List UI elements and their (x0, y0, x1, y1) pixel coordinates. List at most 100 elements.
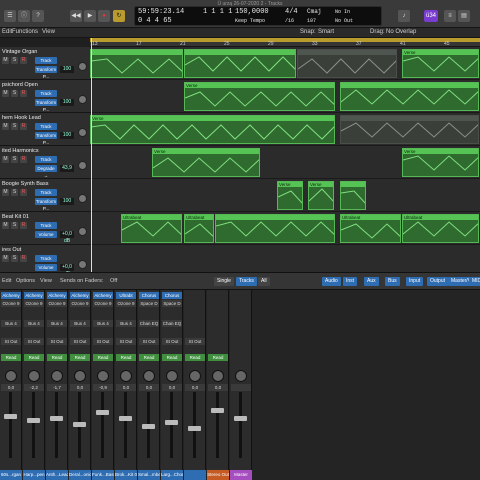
automation-curve[interactable] (403, 220, 479, 243)
record-enable-button[interactable]: R (20, 189, 27, 196)
midi-region[interactable] (184, 49, 296, 78)
mixer-tab[interactable]: All (258, 277, 270, 286)
automation-curve[interactable] (278, 187, 303, 210)
automation-mode[interactable]: Read (93, 354, 113, 361)
mixer-filter-button[interactable]: Input (406, 277, 424, 286)
record-enable-button[interactable]: R (20, 156, 27, 163)
automation-curve[interactable] (298, 55, 397, 78)
parameter-value[interactable]: 100 (60, 132, 74, 139)
plugin-slot[interactable]: Space D (162, 300, 182, 307)
mixer-tab[interactable]: Tracks (236, 277, 257, 286)
list-editor-button[interactable]: ≡ (444, 10, 456, 22)
send-slot[interactable]: Bus 4 (70, 320, 90, 327)
midi-region[interactable]: Verse (277, 181, 303, 210)
pan-knob[interactable] (166, 370, 178, 382)
volume-fader-track[interactable] (124, 392, 127, 458)
solo-button[interactable]: S (11, 57, 18, 64)
record-enable-button[interactable]: R (20, 90, 27, 97)
automation-curve[interactable] (91, 121, 335, 144)
volume-value[interactable]: 0,0 (162, 384, 182, 391)
rewind-button[interactable]: ◀◀ (70, 10, 82, 22)
channel-name[interactable] (184, 470, 206, 480)
automation-curve[interactable] (153, 154, 260, 177)
automation-curve[interactable] (403, 154, 479, 177)
track-header[interactable]: Vintage Organ M S R Track Transform P... 100 (0, 47, 90, 80)
instrument-slot[interactable]: Alchemy (93, 292, 113, 299)
midi-region[interactable]: Verse (184, 82, 335, 111)
record-enable-button[interactable]: R (20, 222, 27, 229)
instrument-slot[interactable]: Ultrabt (116, 292, 136, 299)
track-mode-button[interactable]: Track (35, 255, 57, 262)
volume-value[interactable]: 0,0 (70, 384, 90, 391)
instrument-slot[interactable]: Alchemy (24, 292, 44, 299)
automation-curve[interactable] (403, 55, 479, 78)
automation-curve[interactable] (185, 55, 296, 78)
midi-region[interactable]: Ultrabeat (184, 214, 214, 243)
midi-region[interactable]: Verse (308, 181, 334, 210)
volume-fader-cap[interactable] (73, 422, 86, 427)
parameter-value[interactable]: +0,0 dB (60, 264, 74, 277)
pan-knob[interactable] (5, 370, 17, 382)
parameter-value[interactable]: +0,0 dB (60, 231, 74, 244)
midi-region[interactable]: Ultrabeat (402, 214, 479, 243)
send-slot[interactable]: Bus 4 (24, 320, 44, 327)
automation-mode[interactable]: Read (47, 354, 67, 361)
midi-region[interactable] (90, 49, 183, 78)
functions-menu[interactable]: Functions (12, 29, 38, 35)
track-mode-button[interactable]: Track (35, 156, 57, 163)
browser-button[interactable]: ▤ (458, 10, 470, 22)
track-header[interactable]: psichord Open M S R Track Transform P... 100 (0, 80, 90, 113)
plugin-slot[interactable]: Transform P... (35, 198, 57, 211)
volume-fader-track[interactable] (216, 392, 219, 458)
send-slot[interactable]: Bus 4 (116, 320, 136, 327)
volume-fader-cap[interactable] (234, 416, 247, 421)
automation-curve[interactable] (185, 88, 335, 111)
volume-value[interactable] (231, 384, 251, 391)
solo-button[interactable]: S (11, 189, 18, 196)
pan-knob[interactable] (189, 370, 201, 382)
output-slot[interactable]: St Out (162, 338, 182, 345)
track-mode-button[interactable]: Track (35, 189, 57, 196)
plugin-slot[interactable]: Transform P... (35, 99, 57, 112)
plugin-slot[interactable]: Volume (35, 264, 57, 271)
volume-value[interactable]: 0,0 (116, 384, 136, 391)
volume-fader-cap[interactable] (165, 420, 178, 425)
channel-name[interactable]: Brok...Kit 01 (115, 470, 137, 480)
help-button[interactable]: ? (32, 10, 44, 22)
plugin-slot[interactable]: Transform P... (35, 66, 57, 79)
plugin-slot[interactable]: Volume (35, 231, 57, 238)
automation-mode[interactable]: Read (24, 354, 44, 361)
plugin-slot[interactable]: Transform P... (35, 132, 57, 145)
volume-fader-cap[interactable] (211, 408, 224, 413)
mixer-filter-button[interactable]: Aux (364, 277, 379, 286)
plugin-slot[interactable]: Ozone 9 (93, 300, 113, 307)
output-slot[interactable]: St Out (116, 338, 136, 345)
mixer-filter-button[interactable]: Bus (385, 277, 400, 286)
plugin-slot[interactable]: Ozone 9 (24, 300, 44, 307)
volume-knob[interactable] (78, 95, 87, 104)
pan-knob[interactable] (120, 370, 132, 382)
track-name[interactable]: Boogie Synth Bass (2, 181, 48, 187)
cpu-meter[interactable]: ü34 (424, 10, 438, 22)
solo-button[interactable]: S (11, 222, 18, 229)
volume-knob[interactable] (78, 260, 87, 269)
midi-region[interactable] (297, 49, 397, 78)
send-slot[interactable]: Bus 4 (47, 320, 67, 327)
mute-button[interactable]: M (2, 255, 9, 262)
volume-fader-track[interactable] (193, 392, 196, 458)
output-slot[interactable]: St Out (185, 338, 205, 345)
automation-mode[interactable]: Read (116, 354, 136, 361)
key-signature[interactable]: Cmaj (307, 8, 321, 15)
track-header[interactable]: Boogie Synth Bass M S R Track Transform P... 1… (0, 179, 90, 212)
pan-knob[interactable] (28, 370, 40, 382)
channel-name[interactable]: Deral...onics (69, 470, 91, 480)
mute-button[interactable]: M (2, 123, 9, 130)
automation-curve[interactable] (341, 88, 479, 111)
volume-fader-cap[interactable] (119, 416, 132, 421)
record-enable-button[interactable]: R (20, 57, 27, 64)
channel-name[interactable]: Harp...pen (23, 470, 45, 480)
send-slot[interactable]: Bus 4 (93, 320, 113, 327)
solo-button[interactable]: S (11, 90, 18, 97)
output-slot[interactable]: St Out (139, 338, 159, 345)
tracks-area[interactable]: Verse Verse Verse Verse Verse Verse Verse Ultra… (90, 47, 480, 278)
